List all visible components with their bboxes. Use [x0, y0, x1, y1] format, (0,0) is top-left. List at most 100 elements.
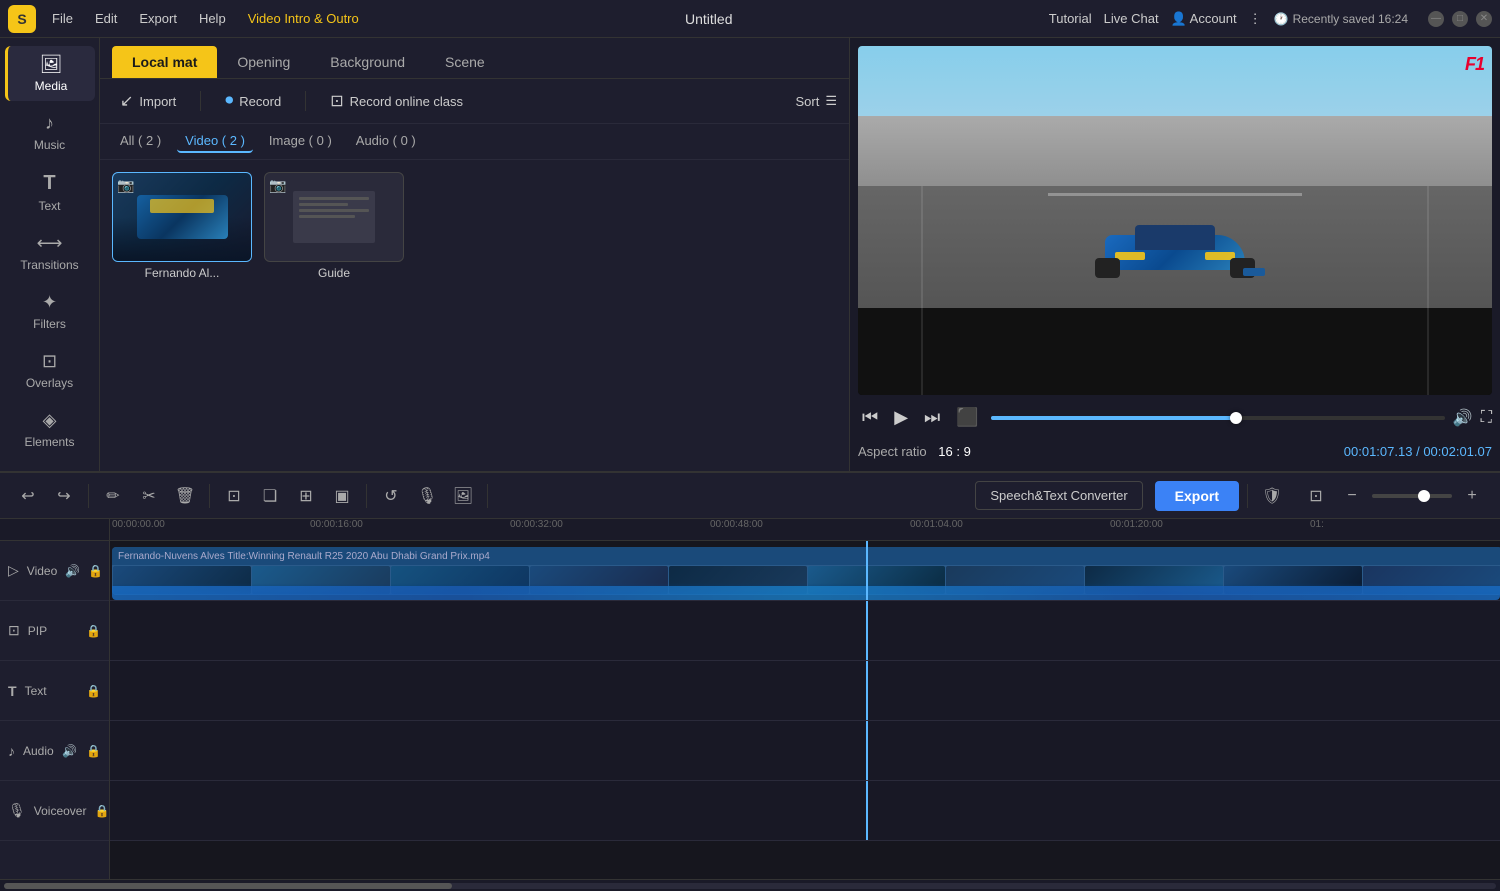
- sidebar-item-filters[interactable]: ✦ Filters: [5, 284, 95, 339]
- content-area: Local mat Opening Background Scene ↙ Imp…: [100, 38, 1500, 471]
- pip-lock-icon: 🔒: [86, 624, 101, 638]
- tab-scene[interactable]: Scene: [425, 46, 505, 78]
- rewind-button[interactable]: ⏮: [858, 403, 882, 432]
- menu-export[interactable]: Export: [129, 7, 187, 30]
- volume-button[interactable]: 🔊: [1453, 408, 1473, 428]
- app-logo: S: [8, 5, 36, 33]
- pen-button[interactable]: ✏: [97, 480, 129, 512]
- zoom-fit-button[interactable]: ⊡: [1300, 480, 1332, 512]
- toolbar-separator-2: [305, 91, 306, 111]
- sort-icon: ☰: [825, 93, 837, 109]
- sidebar-item-transitions[interactable]: ⟷ Transitions: [5, 225, 95, 280]
- mic-button[interactable]: 🎙: [411, 480, 443, 512]
- image-overlay-button[interactable]: 🖼: [447, 480, 479, 512]
- menu-video-intro[interactable]: Video Intro & Outro: [238, 7, 369, 30]
- import-button[interactable]: ↙ Import: [112, 87, 184, 115]
- fast-forward-button[interactable]: ⏭: [920, 403, 944, 432]
- grid-button[interactable]: ⊞: [290, 480, 322, 512]
- menu-help[interactable]: Help: [189, 7, 236, 30]
- timeline-toolbar: ↩ ↪ ✏ ✂ 🗑 ⊡ ❏ ⊞ ▣ ↺ 🎙 🖼 Speech&Text Conv…: [0, 473, 1500, 519]
- media-item-guide[interactable]: 📷 Guide: [264, 172, 404, 280]
- text-label: T Text 🔒: [0, 661, 109, 721]
- record-online-button[interactable]: ⊡ Record online class: [322, 87, 471, 115]
- live-chat-link[interactable]: Live Chat: [1104, 11, 1159, 26]
- stop-button[interactable]: ⬛: [952, 403, 982, 432]
- zoom-handle: [1418, 490, 1430, 502]
- filter-audio[interactable]: Audio ( 0 ): [348, 130, 424, 153]
- pip-button[interactable]: ▣: [326, 480, 358, 512]
- scrollbar-track[interactable]: [4, 883, 1496, 889]
- ruler-mark-3: 00:00:48:00: [710, 519, 763, 530]
- check-icon: 🕐: [1274, 12, 1289, 26]
- video-track-icon: ▷: [8, 562, 19, 579]
- tab-background[interactable]: Background: [310, 46, 425, 78]
- fullscreen-button[interactable]: ⛶: [1481, 409, 1492, 427]
- sidebar-item-overlays[interactable]: ⊡ Overlays: [5, 343, 95, 398]
- sidebar-item-elements[interactable]: ◈ Elements: [5, 402, 95, 457]
- undo-button[interactable]: ↩: [12, 480, 44, 512]
- zoom-in-button[interactable]: +: [1456, 480, 1488, 512]
- media-icon: 🖼: [40, 54, 63, 75]
- video-clip-header: Fernando-Nuvens Alves Title:Winning Rena…: [112, 547, 1500, 565]
- audio-lock-icon: 🔒: [86, 744, 101, 758]
- crop-button[interactable]: ⊡: [218, 480, 250, 512]
- close-button[interactable]: ✕: [1476, 11, 1492, 27]
- ruler-mark-0: 00:00:00.00: [112, 519, 165, 530]
- sidebar-item-media[interactable]: 🖼 Media: [5, 46, 95, 101]
- play-button[interactable]: ▶: [890, 403, 912, 432]
- rotate-button[interactable]: ↺: [375, 480, 407, 512]
- delete-button[interactable]: 🗑: [169, 480, 201, 512]
- scrollbar-thumb[interactable]: [4, 883, 452, 889]
- audio-playhead: [866, 721, 868, 780]
- audio-track: [110, 721, 1500, 781]
- menu-file[interactable]: File: [42, 7, 83, 30]
- pip-playhead: [866, 601, 868, 660]
- sort-button[interactable]: Sort ☰: [796, 93, 838, 109]
- filter-all[interactable]: All ( 2 ): [112, 130, 169, 153]
- minimize-button[interactable]: —: [1428, 11, 1444, 27]
- record-button[interactable]: ⏺ Record: [217, 88, 289, 114]
- progress-bar[interactable]: [991, 416, 1445, 420]
- pip-label: ⊡ PIP 🔒: [0, 601, 109, 661]
- saved-status: 🕐 Recently saved 16:24: [1274, 12, 1408, 26]
- menu-edit[interactable]: Edit: [85, 7, 127, 30]
- redo-button[interactable]: ↪: [48, 480, 80, 512]
- voiceover-track: [110, 781, 1500, 841]
- more-options-button[interactable]: ⋮: [1249, 11, 1262, 27]
- track-labels: ▷ Video 🔊 🔒 ⊡ PIP 🔒 T Text 🔒 ♪ Audio 🔊 🔒: [0, 519, 110, 879]
- filter-video[interactable]: Video ( 2 ): [177, 130, 253, 153]
- preview-video: F1: [858, 46, 1492, 395]
- main-content: 🖼 Media ♪ Music T Text ⟷ Transitions ✦ F…: [0, 38, 1500, 471]
- speech-text-button[interactable]: Speech&Text Converter: [975, 481, 1142, 510]
- preview-panel: F1 ⏮ ▶ ⏭ ⬛ 🔊 ⛶ Aspect ratio: [850, 38, 1500, 471]
- tl-sep-1: [88, 484, 89, 508]
- tl-sep-5: [1247, 484, 1248, 508]
- sidebar-item-text[interactable]: T Text: [5, 164, 95, 221]
- clone-button[interactable]: ❏: [254, 480, 286, 512]
- ruler-marks: 00:00:00.00 00:00:16:00 00:00:32:00 00:0…: [110, 519, 1500, 541]
- maximize-button[interactable]: □: [1452, 11, 1468, 27]
- zoom-slider[interactable]: [1372, 494, 1452, 498]
- video-track[interactable]: Fernando-Nuvens Alves Title:Winning Rena…: [110, 541, 1500, 601]
- filter-image[interactable]: Image ( 0 ): [261, 130, 340, 153]
- timeline-area: ↩ ↪ ✏ ✂ 🗑 ⊡ ❏ ⊞ ▣ ↺ 🎙 🖼 Speech&Text Conv…: [0, 471, 1500, 891]
- tab-opening[interactable]: Opening: [217, 46, 310, 78]
- progress-handle[interactable]: [1230, 412, 1242, 424]
- tutorial-link[interactable]: Tutorial: [1049, 11, 1092, 26]
- ruler-mark-1: 00:00:16:00: [310, 519, 363, 530]
- cut-button[interactable]: ✂: [133, 480, 165, 512]
- ruler-mark-5: 00:01:20:00: [1110, 519, 1163, 530]
- volume-icon: 🔊: [65, 564, 80, 578]
- export-button[interactable]: Export: [1155, 481, 1239, 511]
- text-playhead: [866, 661, 868, 720]
- tab-local-mat[interactable]: Local mat: [112, 46, 217, 78]
- zoom-out-button[interactable]: −: [1336, 480, 1368, 512]
- media-item-fernando[interactable]: 📷 Fernando Al...: [112, 172, 252, 280]
- account-button[interactable]: 👤 Account: [1171, 11, 1237, 27]
- shield-button[interactable]: 🛡: [1256, 480, 1288, 512]
- track-content: 00:00:00.00 00:00:16:00 00:00:32:00 00:0…: [110, 519, 1500, 879]
- music-icon: ♪: [45, 113, 54, 134]
- transitions-icon: ⟷: [37, 233, 63, 254]
- sidebar-item-music[interactable]: ♪ Music: [5, 105, 95, 160]
- guide-cam-icon: 📷: [269, 177, 286, 194]
